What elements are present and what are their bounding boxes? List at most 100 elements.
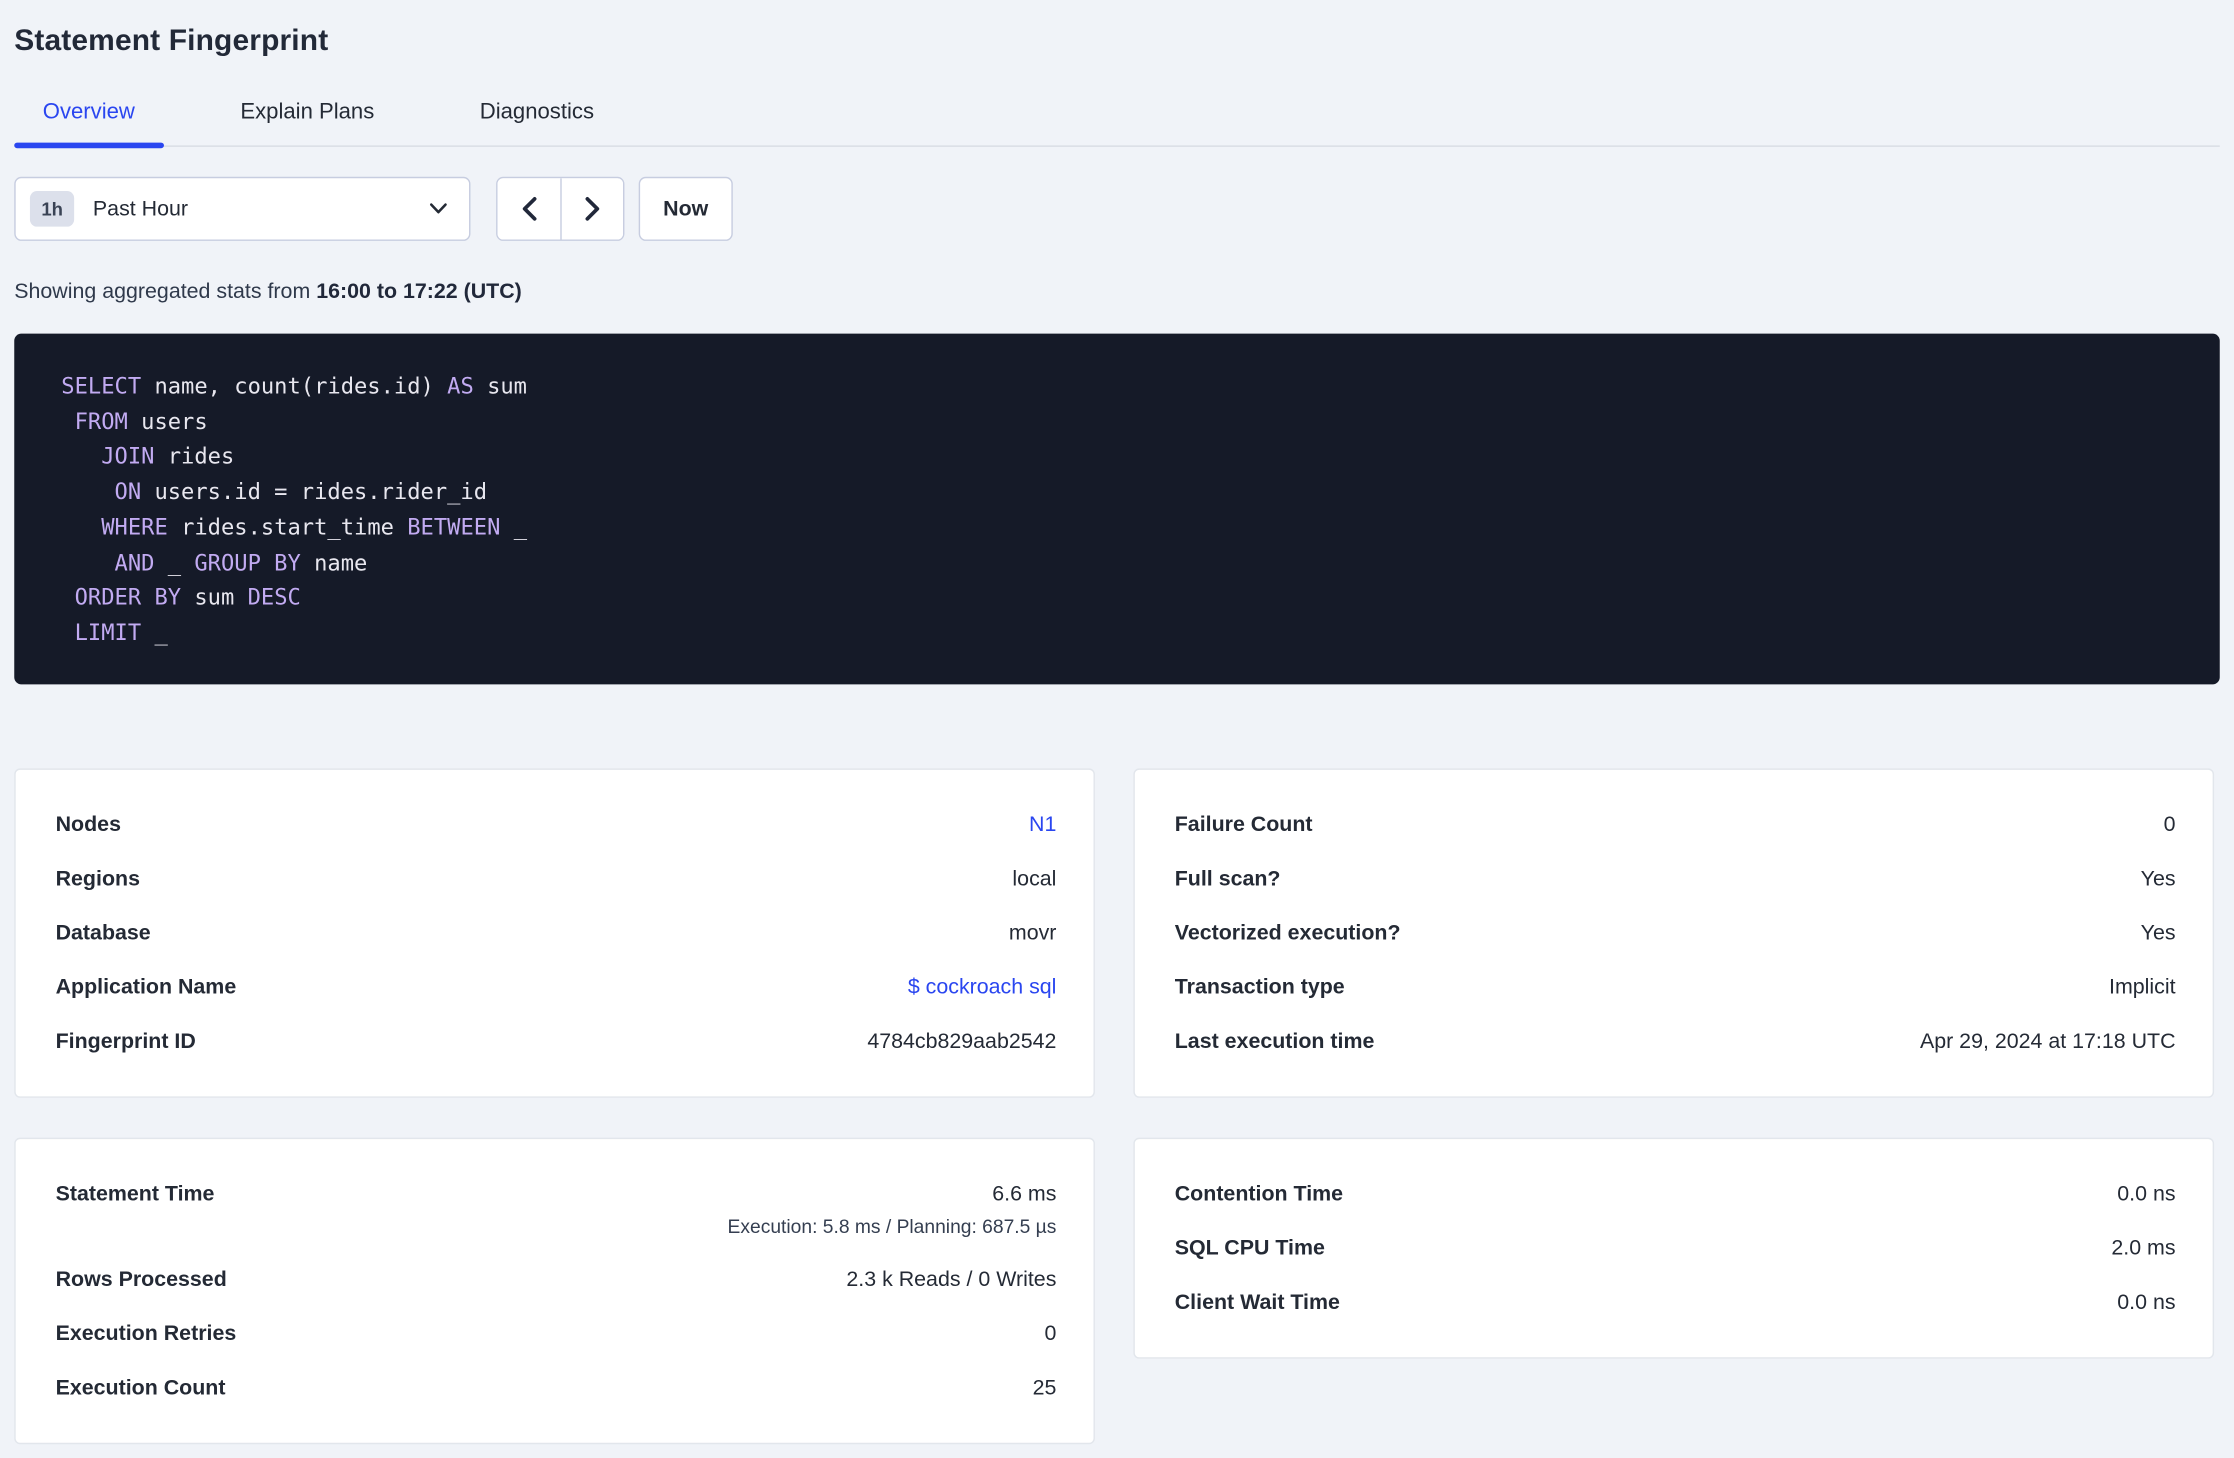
now-button[interactable]: Now (638, 176, 733, 241)
previous-range-button[interactable] (497, 178, 561, 240)
time-range-label: Past Hour (92, 196, 189, 221)
row-value: 6.6 ms (992, 1181, 1057, 1206)
row-label: Regions (55, 866, 140, 891)
row-right: 25 (1033, 1375, 1057, 1399)
row-subvalue: Execution: 5.8 ms / Planning: 687.5 µs (727, 1215, 1057, 1237)
time-toolbar: 1h Past Hour Now (14, 176, 2234, 241)
row-value: Apr 29, 2024 at 17:18 UTC (1919, 1028, 2176, 1054)
card-row: Failure Count 0 (1175, 812, 2176, 836)
row-label: Transaction type (1174, 974, 1345, 999)
sql-keyword: GROUP BY (194, 549, 301, 576)
sql-text: users (127, 408, 208, 435)
sql-text: rides (154, 443, 235, 470)
chevron-right-icon (585, 197, 600, 221)
row-value: movr (1008, 920, 1057, 945)
row-right: 4784cb829aab2542 (867, 1029, 1056, 1053)
time-range-badge: 1h (29, 191, 75, 227)
row-value: Yes (2140, 866, 2176, 891)
statement-fingerprint-page: Statement Fingerprint Overview Explain Pl… (0, 0, 2234, 1458)
tab-bar: Overview Explain Plans Diagnostics (14, 98, 2220, 149)
card-row: Statement Time 6.6 ms Execution: 5.8 ms / … (56, 1181, 1057, 1237)
summary-cards-grid: Nodes N1 Regions local Database movr Applicati… (14, 767, 2234, 1444)
sql-text: _ (500, 514, 528, 541)
row-right: movr (1009, 920, 1057, 944)
card-row: Execution Count 25 (56, 1375, 1057, 1399)
row-value: 0.0 ns (2117, 1289, 2176, 1314)
row-right: 2.3 k Reads / 0 Writes (846, 1267, 1056, 1291)
tab-diagnostics[interactable]: Diagnostics (451, 98, 622, 145)
statement-details-card: Nodes N1 Regions local Database movr Applicati… (14, 767, 1095, 1098)
chevron-left-icon (522, 197, 536, 221)
tab-explain-plans[interactable]: Explain Plans (212, 98, 403, 145)
sql-text: _ (154, 549, 195, 576)
row-label: Statement Time (55, 1181, 215, 1206)
sql-line: SELECT name, count(rides.id) AS sum (61, 369, 2191, 404)
card-row: Contention Time 0.0 ns (1175, 1181, 2176, 1205)
row-right: Apr 29, 2024 at 17:18 UTC (1920, 1029, 2176, 1053)
row-right: Yes (2141, 920, 2176, 944)
card-row: Execution Retries 0 (56, 1321, 1057, 1345)
card-row: Vectorized execution? Yes (1175, 920, 2176, 944)
sql-text: name (300, 549, 368, 576)
sql-line: AND _ GROUP BY name (61, 545, 2191, 580)
row-right: 0.0 ns (2117, 1181, 2175, 1205)
sql-line: JOIN rides (61, 440, 2191, 475)
card-row: SQL CPU Time 2.0 ms (1175, 1236, 2176, 1260)
row-value-link[interactable]: N1 (1029, 812, 1056, 836)
sql-keyword: ON (114, 479, 142, 505)
sql-text: users.id = rides.rider_id (141, 479, 488, 505)
card-row: Full scan? Yes (1175, 866, 2176, 890)
row-value: 0 (1044, 1321, 1057, 1346)
sql-text: rides.start_time (167, 514, 408, 541)
sql-line: FROM users (61, 404, 2191, 439)
row-label: Full scan? (1174, 866, 1281, 891)
sql-keyword: LIMIT (74, 620, 142, 646)
row-label: Fingerprint ID (55, 1028, 196, 1054)
row-label: Database (55, 920, 151, 945)
row-value: Yes (2140, 920, 2176, 945)
row-right: N1 (1029, 812, 1056, 836)
next-range-button[interactable] (560, 178, 624, 240)
page-title: Statement Fingerprint (14, 24, 329, 58)
tab-overview[interactable]: Overview (14, 98, 163, 149)
sql-keyword: AS (447, 373, 474, 400)
sql-keyword: WHERE (101, 514, 168, 541)
time-nav-group (496, 176, 625, 241)
sql-keyword: DESC (247, 584, 301, 611)
row-label: Last execution time (1174, 1028, 1375, 1054)
row-right: 0 (1045, 1321, 1057, 1345)
row-value: 0 (2163, 812, 2176, 837)
row-right: Yes (2141, 866, 2176, 890)
sql-keyword: SELECT (61, 373, 142, 400)
execution-attributes-card: Failure Count 0 Full scan? Yes Vectorized ex… (1133, 767, 2215, 1098)
card-row: Nodes N1 (56, 812, 1057, 836)
time-range-select[interactable]: 1h Past Hour (14, 176, 471, 241)
aggregated-stats-caption: Showing aggregated stats from 16:00 to 1… (14, 279, 2234, 303)
sql-keyword: JOIN (101, 443, 155, 470)
sql-keyword: FROM (74, 408, 128, 435)
row-right: $ cockroach sql (908, 975, 1057, 999)
sql-keyword: BETWEEN (407, 514, 501, 541)
row-value: 25 (1032, 1375, 1057, 1400)
sql-statement-box: SELECT name, count(rides.id) AS sum FROM… (14, 333, 2220, 684)
sql-line: ORDER BY sum DESC (61, 581, 2191, 616)
aggregated-stats-range: 16:00 to 17:22 (UTC) (316, 279, 522, 304)
sql-keyword: ORDER BY (74, 584, 182, 611)
row-right: 0 (2164, 812, 2176, 836)
card-row: Transaction type Implicit (1175, 975, 2176, 999)
row-right: 0.0 ns (2117, 1290, 2175, 1314)
row-right: 2.0 ms (2111, 1236, 2175, 1260)
chevron-down-icon (429, 203, 447, 214)
sql-text: _ (141, 620, 168, 646)
card-row: Client Wait Time 0.0 ns (1175, 1290, 2176, 1314)
row-label: Application Name (55, 974, 237, 999)
card-row: Database movr (56, 920, 1057, 944)
row-value-link[interactable]: $ cockroach sql (908, 975, 1057, 999)
card-row: Application Name $ cockroach sql (56, 975, 1057, 999)
sql-text: sum (473, 373, 527, 400)
row-label: SQL CPU Time (1174, 1235, 1325, 1260)
row-value: 4784cb829aab2542 (867, 1028, 1057, 1054)
row-label: Rows Processed (55, 1266, 227, 1292)
card-row: Last execution time Apr 29, 2024 at 17:18… (1175, 1029, 2176, 1053)
card-row: Rows Processed 2.3 k Reads / 0 Writes (56, 1267, 1057, 1291)
